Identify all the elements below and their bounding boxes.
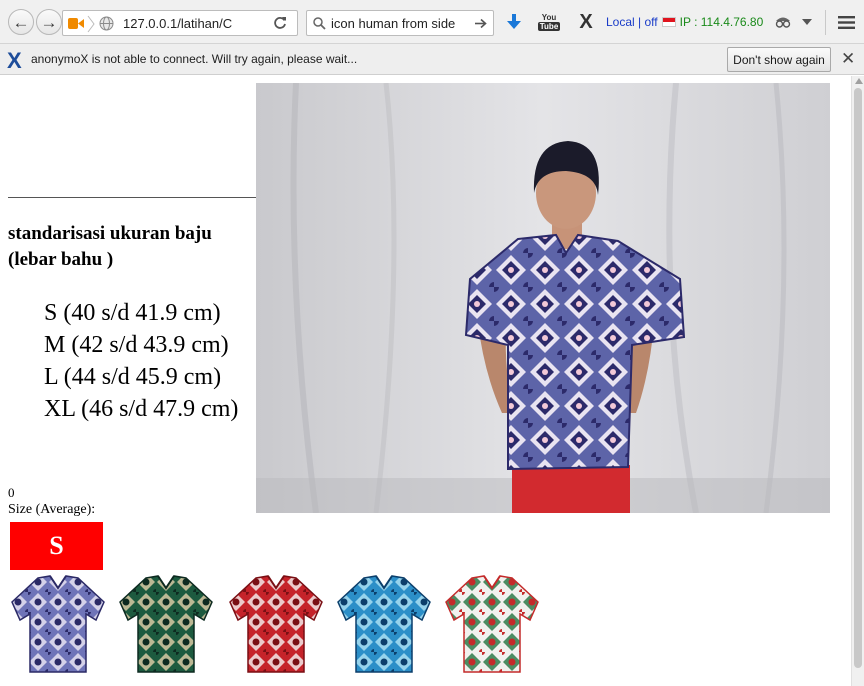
search-icon <box>313 17 326 30</box>
size-result-badge: S <box>10 522 103 570</box>
size-item: M (42 s/d 43.9 cm) <box>44 332 229 358</box>
size-item: S (40 s/d 41.9 cm) <box>44 300 221 326</box>
search-bar[interactable]: icon human from side <box>306 10 494 36</box>
shirt-icon <box>337 575 431 673</box>
shirt-icon <box>445 575 539 673</box>
shirt-icon <box>119 575 213 673</box>
address-bar[interactable]: 127.0.0.1/latihan/C <box>62 10 298 36</box>
ip-address: 114.4.76.80 <box>700 15 764 29</box>
shirt-red-batik[interactable] <box>226 572 326 677</box>
proxy-status-text: Local | off <box>606 15 658 29</box>
url-text: 127.0.0.1/latihan/C <box>123 16 233 31</box>
shirt-icon <box>229 575 323 673</box>
back-button[interactable]: ← <box>8 9 34 35</box>
spy-icon[interactable] <box>774 15 792 29</box>
youtube-icon[interactable]: You Tube <box>537 11 561 33</box>
chevron-right-icon <box>87 15 95 33</box>
camera-preview <box>256 83 830 513</box>
scroll-thumb[interactable] <box>854 88 862 668</box>
forward-arrow-icon: → <box>40 12 58 32</box>
globe-icon <box>99 16 114 31</box>
reload-icon[interactable] <box>273 16 287 30</box>
toolbar-separator <box>825 10 826 35</box>
back-arrow-icon: ← <box>12 12 30 32</box>
page-heading: standarisasi ukuran baju (lebar bahu ) <box>8 223 212 270</box>
menu-icon[interactable] <box>838 16 855 29</box>
scroll-up-arrow-icon[interactable] <box>855 78 863 84</box>
size-average-label: Size (Average): <box>8 502 96 517</box>
proxy-status[interactable]: Local | off IP : 114.4.76.80 <box>606 15 763 29</box>
shirt-white-floral-batik[interactable] <box>442 572 542 677</box>
search-input: icon human from side <box>331 16 456 31</box>
divider <box>8 197 256 198</box>
shirt-icon <box>11 575 105 673</box>
dont-show-again-button[interactable]: Don't show again <box>727 47 831 72</box>
close-icon[interactable]: ✕ <box>841 49 855 69</box>
notification-message: anonymoX is not able to connect. Will tr… <box>31 52 358 66</box>
counter-value: 0 <box>8 485 15 500</box>
notification-bar: X anonymoX is not able to connect. Will … <box>0 44 864 75</box>
vertical-scrollbar[interactable] <box>851 76 864 686</box>
download-icon[interactable] <box>506 14 522 31</box>
chevron-down-icon[interactable] <box>802 19 812 26</box>
search-go-icon[interactable] <box>475 18 487 29</box>
size-item: L (44 s/d 45.9 cm) <box>44 364 222 390</box>
forward-button[interactable]: → <box>36 9 62 35</box>
flag-icon <box>661 17 676 27</box>
anonymox-logo-icon: X <box>7 48 22 73</box>
video-icon <box>68 18 84 29</box>
shirt-green-batik[interactable] <box>116 572 216 677</box>
page-content: standarisasi ukuran baju (lebar bahu ) S… <box>0 76 851 686</box>
size-item: XL (46 s/d 47.9 cm) <box>44 396 239 422</box>
shirt-blue-batik[interactable] <box>8 572 108 677</box>
shirt-turquoise-batik[interactable] <box>334 572 434 677</box>
browser-toolbar: ← → 127.0.0.1/latihan/C icon human from … <box>0 0 864 44</box>
size-list: S (40 s/d 41.9 cm) M (42 s/d 43.9 cm) L … <box>44 297 256 425</box>
camera-frame <box>256 83 830 513</box>
ip-label: IP : <box>679 15 698 29</box>
anonymox-icon[interactable]: X <box>576 11 596 33</box>
